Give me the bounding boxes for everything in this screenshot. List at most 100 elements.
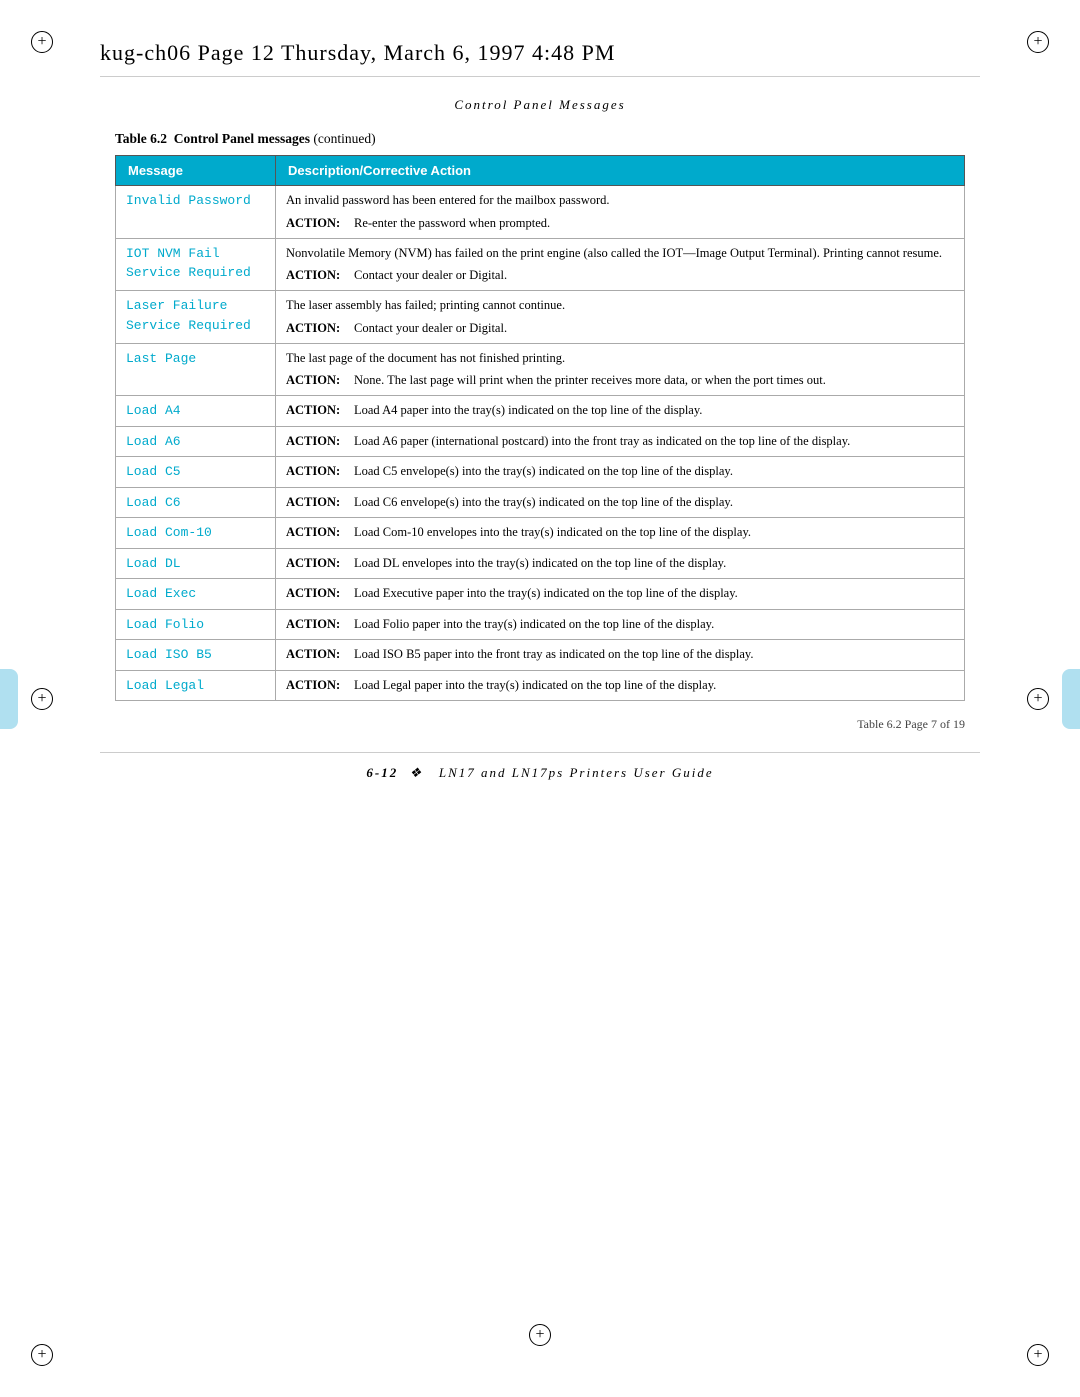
description-text: Nonvolatile Memory (NVM) has failed on t… [286, 244, 954, 263]
action-line: ACTION: Load A4 paper into the tray(s) i… [286, 401, 954, 420]
table-row: Load DL ACTION: Load DL envelopes into th… [116, 548, 965, 579]
description-cell: ACTION: Load C5 envelope(s) into the tra… [276, 457, 965, 488]
reg-mark-top-left [30, 30, 54, 54]
col-header-description: Description/Corrective Action [276, 156, 965, 186]
table-row: Laser FailureService Required The laser a… [116, 291, 965, 344]
action-line: ACTION: None. The last page will print w… [286, 371, 954, 390]
table-footer-note: Table 6.2 Page 7 of 19 [115, 717, 965, 732]
action-line: ACTION: Contact your dealer or Digital. [286, 266, 954, 285]
action-text: Load Executive paper into the tray(s) in… [354, 584, 738, 603]
table-row: Load Legal ACTION: Load Legal paper into … [116, 670, 965, 701]
table-row: Load ExecACTION: Load Executive paper in… [116, 579, 965, 610]
description-text: An invalid password has been entered for… [286, 191, 954, 210]
table-row: Load C6 ACTION: Load C6 envelope(s) into … [116, 487, 965, 518]
action-label: ACTION: [286, 645, 354, 664]
action-text: None. The last page will print when the … [354, 371, 826, 390]
action-line: ACTION: Load C6 envelope(s) into the tra… [286, 493, 954, 512]
message-cell: Load Legal [116, 670, 276, 701]
page-header: kug-ch06 Page 12 Thursday, March 6, 1997… [100, 40, 980, 77]
description-cell: An invalid password has been entered for… [276, 186, 965, 239]
description-text: The laser assembly has failed; printing … [286, 296, 954, 315]
footer-page-num: 6-12 [366, 765, 398, 780]
reg-mark-mid-left [30, 687, 54, 711]
footer-diamond: ❖ [409, 765, 423, 780]
action-text: Load C5 envelope(s) into the tray(s) ind… [354, 462, 733, 481]
action-label: ACTION: [286, 432, 354, 451]
table-label: Table 6.2 Control Panel messages (contin… [115, 131, 376, 146]
description-cell: ACTION: Load Com-10 envelopes into the t… [276, 518, 965, 549]
control-panel-table: Message Description/Corrective Action In… [115, 155, 965, 701]
content-area: Control Panel Messages Table 6.2 Control… [115, 97, 965, 732]
message-cell: Last Page [116, 343, 276, 396]
action-line: ACTION: Load ISO B5 paper into the front… [286, 645, 954, 664]
action-text: Load A4 paper into the tray(s) indicated… [354, 401, 702, 420]
action-line: ACTION: Load A6 paper (international pos… [286, 432, 954, 451]
subheading: Control Panel Messages [115, 97, 965, 113]
message-cell: Load C5 [116, 457, 276, 488]
table-header-row: Message Description/Corrective Action [116, 156, 965, 186]
description-cell: ACTION: Load Executive paper into the tr… [276, 579, 965, 610]
table-row: Load ISO B5 ACTION: Load ISO B5 paper int… [116, 640, 965, 671]
page-container: kug-ch06 Page 12 Thursday, March 6, 1997… [0, 0, 1080, 1397]
action-line: ACTION: Load Com-10 envelopes into the t… [286, 523, 954, 542]
description-cell: ACTION: Load Legal paper into the tray(s… [276, 670, 965, 701]
action-text: Re-enter the password when prompted. [354, 214, 550, 233]
reg-mark-bottom-mid [528, 1323, 552, 1347]
table-row: Load Com-10 ACTION: Load Com-10 envelopes… [116, 518, 965, 549]
message-cell: Load A4 [116, 396, 276, 427]
action-line: ACTION: Load Folio paper into the tray(s… [286, 615, 954, 634]
table-row: Load FolioACTION: Load Folio paper into … [116, 609, 965, 640]
message-cell: Load Com-10 [116, 518, 276, 549]
action-line: ACTION: Load Legal paper into the tray(s… [286, 676, 954, 695]
action-label: ACTION: [286, 584, 354, 603]
message-cell: Load DL [116, 548, 276, 579]
message-cell: Load A6 [116, 426, 276, 457]
description-cell: ACTION: Load A6 paper (international pos… [276, 426, 965, 457]
description-cell: ACTION: Load Folio paper into the tray(s… [276, 609, 965, 640]
table-row: Load C5 ACTION: Load C5 envelope(s) into … [116, 457, 965, 488]
header-title: kug-ch06 Page 12 Thursday, March 6, 1997… [100, 40, 615, 66]
action-label: ACTION: [286, 401, 354, 420]
action-text: Load A6 paper (international postcard) i… [354, 432, 850, 451]
action-line: ACTION: Load DL envelopes into the tray(… [286, 554, 954, 573]
description-cell: Nonvolatile Memory (NVM) has failed on t… [276, 238, 965, 291]
message-cell: Laser FailureService Required [116, 291, 276, 344]
table-row: IOT NVM FailService Required Nonvolatile … [116, 238, 965, 291]
action-label: ACTION: [286, 554, 354, 573]
table-row: Invalid PasswordAn invalid password has … [116, 186, 965, 239]
table-row: Last Page The last page of the document h… [116, 343, 965, 396]
action-label: ACTION: [286, 615, 354, 634]
action-label: ACTION: [286, 214, 354, 233]
action-line: ACTION: Load C5 envelope(s) into the tra… [286, 462, 954, 481]
side-tab-left [0, 669, 18, 729]
description-cell: ACTION: Load DL envelopes into the tray(… [276, 548, 965, 579]
message-cell: Load ISO B5 [116, 640, 276, 671]
message-cell: IOT NVM FailService Required [116, 238, 276, 291]
action-label: ACTION: [286, 371, 354, 390]
action-line: ACTION: Contact your dealer or Digital. [286, 319, 954, 338]
action-text: Load C6 envelope(s) into the tray(s) ind… [354, 493, 733, 512]
page-footer: 6-12 ❖ LN17 and LN17ps Printers User Gui… [100, 752, 980, 781]
action-label: ACTION: [286, 462, 354, 481]
action-text: Load ISO B5 paper into the front tray as… [354, 645, 753, 664]
table-row: Load A6 ACTION: Load A6 paper (internatio… [116, 426, 965, 457]
footer-text: 6-12 ❖ LN17 and LN17ps Printers User Gui… [366, 765, 713, 781]
action-text: Load Legal paper into the tray(s) indica… [354, 676, 716, 695]
action-text: Contact your dealer or Digital. [354, 319, 507, 338]
description-cell: The last page of the document has not fi… [276, 343, 965, 396]
action-text: Load DL envelopes into the tray(s) indic… [354, 554, 726, 573]
reg-mark-top-right [1026, 30, 1050, 54]
action-label: ACTION: [286, 676, 354, 695]
description-text: The last page of the document has not fi… [286, 349, 954, 368]
description-cell: ACTION: Load A4 paper into the tray(s) i… [276, 396, 965, 427]
action-text: Load Com-10 envelopes into the tray(s) i… [354, 523, 751, 542]
table-caption: Table 6.2 Control Panel messages (contin… [115, 131, 965, 147]
message-cell: Load C6 [116, 487, 276, 518]
table-row: Load A4 ACTION: Load A4 paper into the tr… [116, 396, 965, 427]
side-tab-right [1062, 669, 1080, 729]
action-label: ACTION: [286, 319, 354, 338]
reg-mark-bottom-left [30, 1343, 54, 1367]
action-label: ACTION: [286, 266, 354, 285]
action-label: ACTION: [286, 493, 354, 512]
reg-mark-mid-right [1026, 687, 1050, 711]
